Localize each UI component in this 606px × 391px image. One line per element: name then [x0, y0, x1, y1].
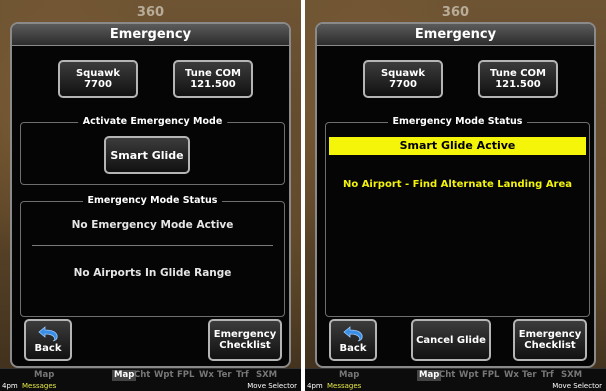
tune-com-label: Tune COM: [489, 68, 546, 79]
cancel-glide-label: Cancel Glide: [416, 334, 486, 346]
tune-com-label: Tune COM: [184, 68, 241, 79]
page-tabs: Map Map Cht Wpt FPL Wx Ter Trf SXM: [0, 370, 301, 381]
back-button[interactable]: Back: [329, 319, 377, 361]
status-group-label: Emergency Mode Status: [82, 195, 223, 206]
tune-com-frequency: 121.500: [190, 79, 236, 90]
bottom-bar: Map Map Cht Wpt FPL Wx Ter Trf SXM 4pm M…: [0, 368, 301, 391]
footer-row: 4pm Messages Move Selector: [0, 381, 301, 391]
tab-sxm[interactable]: SXM: [561, 370, 582, 381]
squawk-label: Squawk: [75, 68, 121, 79]
smart-glide-label: Smart Glide: [110, 148, 184, 162]
tab-wpt[interactable]: Wpt: [154, 370, 174, 381]
heading-readout: 360: [136, 5, 165, 20]
airport-warning: No Airport - Find Alternate Landing Area: [342, 179, 573, 190]
footer-messages[interactable]: Messages: [327, 381, 361, 391]
cancel-glide-button[interactable]: Cancel Glide: [411, 319, 491, 361]
left-screen: 360 Emergency Squawk 7700 Tune COM 121.5…: [0, 0, 301, 391]
squawk-label: Squawk: [380, 68, 426, 79]
page-tabs: Map Map Cht Wpt FPL Wx Ter Trf SXM: [305, 370, 606, 381]
emergency-checklist-button[interactable]: Emergency Checklist: [513, 319, 587, 361]
status-divider: [32, 245, 273, 246]
tab-trf[interactable]: Trf: [541, 370, 554, 381]
tab-map-icon[interactable]: Map: [339, 370, 359, 381]
dialog-title: Emergency: [317, 24, 594, 46]
tab-fpl[interactable]: FPL: [177, 370, 194, 381]
tune-com-button[interactable]: Tune COM 121.500: [173, 60, 253, 98]
back-button[interactable]: Back: [24, 319, 72, 361]
checklist-line1: Emergency: [518, 329, 582, 340]
right-screen: 360 Emergency Squawk 7700 Tune COM 121.5…: [305, 0, 606, 391]
dialog-title: Emergency: [12, 24, 289, 46]
smart-glide-button[interactable]: Smart Glide: [104, 136, 190, 174]
footer-time: 4pm: [2, 382, 18, 390]
tab-ter[interactable]: Ter: [217, 370, 232, 381]
tab-map[interactable]: Map: [112, 370, 137, 381]
bottom-bar: Map Map Cht Wpt FPL Wx Ter Trf SXM 4pm M…: [305, 368, 606, 391]
activate-group-label: Activate Emergency Mode: [77, 116, 228, 127]
checklist-line2: Checklist: [524, 340, 576, 351]
footer-row: 4pm Messages Move Selector: [305, 381, 606, 391]
tab-wpt[interactable]: Wpt: [459, 370, 479, 381]
tab-wx[interactable]: Wx: [504, 370, 519, 381]
squawk-code: 7700: [389, 79, 417, 90]
emergency-checklist-button[interactable]: Emergency Checklist: [208, 319, 282, 361]
smart-glide-active-banner: Smart Glide Active: [329, 137, 586, 155]
squawk-button[interactable]: Squawk 7700: [363, 60, 443, 98]
emergency-dialog: Emergency Squawk 7700 Tune COM 121.500 A…: [10, 22, 291, 368]
footer-move-selector: Move Selector: [247, 382, 297, 390]
footer-messages[interactable]: Messages: [22, 381, 56, 391]
glide-range-status: No Airports In Glide Range: [73, 267, 232, 279]
heading-readout: 360: [441, 5, 470, 20]
tab-cht[interactable]: Cht: [134, 370, 150, 381]
checklist-line1: Emergency: [213, 329, 277, 340]
tune-com-frequency: 121.500: [495, 79, 541, 90]
status-group-label: Emergency Mode Status: [387, 116, 528, 127]
squawk-button[interactable]: Squawk 7700: [58, 60, 138, 98]
back-arrow-icon: [343, 326, 363, 342]
tab-wx[interactable]: Wx: [199, 370, 214, 381]
emergency-mode-status: No Emergency Mode Active: [71, 219, 234, 231]
tab-map-icon[interactable]: Map: [34, 370, 54, 381]
back-label: Back: [34, 343, 62, 354]
tab-map[interactable]: Map: [417, 370, 442, 381]
footer-move-selector: Move Selector: [552, 382, 602, 390]
emergency-dialog: Emergency Squawk 7700 Tune COM 121.500 E…: [315, 22, 596, 368]
footer-time: 4pm: [307, 382, 323, 390]
back-label: Back: [339, 343, 367, 354]
tab-ter[interactable]: Ter: [522, 370, 537, 381]
back-arrow-icon: [38, 326, 58, 342]
squawk-code: 7700: [84, 79, 112, 90]
tab-fpl[interactable]: FPL: [482, 370, 499, 381]
tab-sxm[interactable]: SXM: [256, 370, 277, 381]
tab-trf[interactable]: Trf: [236, 370, 249, 381]
tune-com-button[interactable]: Tune COM 121.500: [478, 60, 558, 98]
checklist-line2: Checklist: [219, 340, 271, 351]
tab-cht[interactable]: Cht: [439, 370, 455, 381]
